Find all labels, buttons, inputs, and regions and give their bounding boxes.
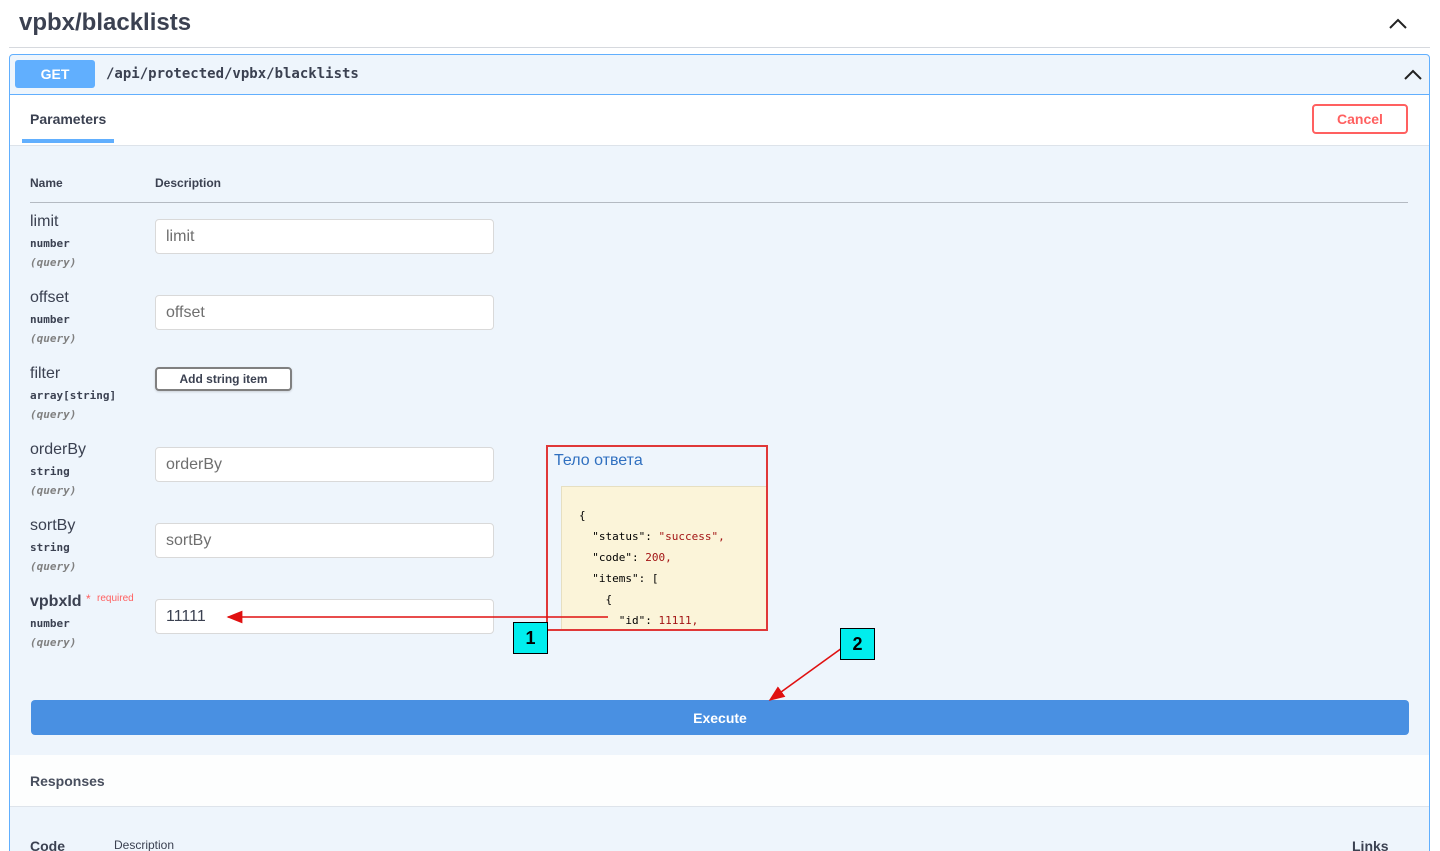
code-line: {	[579, 593, 613, 606]
offset-input[interactable]	[155, 295, 494, 330]
vpbxid-input[interactable]	[155, 599, 494, 634]
callout-title: Тело ответа	[554, 452, 643, 469]
sortby-input[interactable]	[155, 523, 494, 558]
limit-input[interactable]	[155, 219, 494, 254]
operation-summary[interactable]: GET /api/protected/vpbx/blacklists	[10, 55, 1429, 95]
execute-button[interactable]: Execute	[31, 700, 1409, 735]
param-type-limit: number	[30, 237, 70, 250]
add-string-item-button[interactable]: Add string item	[155, 367, 292, 391]
cancel-button[interactable]: Cancel	[1312, 104, 1408, 134]
required-label: required	[97, 593, 134, 604]
code-line: "items": [	[579, 572, 659, 585]
code-line: {	[579, 509, 586, 522]
param-name-sortby: sortBy	[30, 517, 76, 534]
response-body-code: { "status": "success", "code": 200, "ite…	[561, 486, 766, 629]
param-in-limit: (query)	[30, 256, 77, 269]
param-name-orderby: orderBy	[30, 441, 87, 458]
method-badge: GET	[15, 60, 95, 88]
param-name-offset: offset	[30, 289, 69, 306]
response-column-description: Description	[114, 838, 175, 851]
param-type-orderby: string	[30, 465, 70, 478]
tag-title: vpbx/blacklists	[19, 9, 192, 36]
param-type-filter: array[string]	[30, 389, 117, 402]
param-type-vpbxid: number	[30, 617, 70, 630]
step-marker-2: 2	[840, 628, 875, 660]
operation-path: /api/protected/vpbx/blacklists	[106, 66, 359, 82]
code-line: "code": 200,	[579, 551, 672, 564]
responses-title: Responses	[30, 773, 105, 789]
required-asterisk: *	[86, 592, 91, 606]
param-name-vpbxid: vpbxId	[30, 593, 82, 610]
response-body-callout: Тело ответа { "status": "success", "code…	[546, 445, 768, 631]
response-column-links: Links	[1352, 838, 1389, 851]
param-type-offset: number	[30, 313, 70, 326]
tag-header[interactable]: vpbx/blacklists	[9, 0, 1430, 48]
column-header-description: Description	[155, 176, 222, 190]
param-name-filter: filter	[30, 365, 61, 382]
param-in-filter: (query)	[30, 408, 77, 421]
param-in-sortby: (query)	[30, 560, 77, 573]
tab-parameters[interactable]: Parameters	[22, 111, 114, 143]
chevron-up-icon[interactable]	[1401, 65, 1425, 85]
divider	[30, 202, 1408, 203]
column-header-name: Name	[30, 176, 63, 190]
param-type-sortby: string	[30, 541, 70, 554]
param-in-orderby: (query)	[30, 484, 77, 497]
chevron-up-icon[interactable]	[1386, 14, 1410, 34]
code-line: "id": 11111,	[579, 614, 699, 627]
step-marker-1: 1	[513, 622, 548, 654]
param-in-vpbxid: (query)	[30, 636, 77, 649]
orderby-input[interactable]	[155, 447, 494, 482]
code-line: "status": "success",	[579, 530, 725, 543]
parameters-header: Parameters Cancel	[10, 95, 1429, 146]
param-name-limit: limit	[30, 213, 59, 230]
response-column-code: Code	[30, 838, 65, 851]
param-in-offset: (query)	[30, 332, 77, 345]
responses-header: Responses	[10, 755, 1429, 807]
